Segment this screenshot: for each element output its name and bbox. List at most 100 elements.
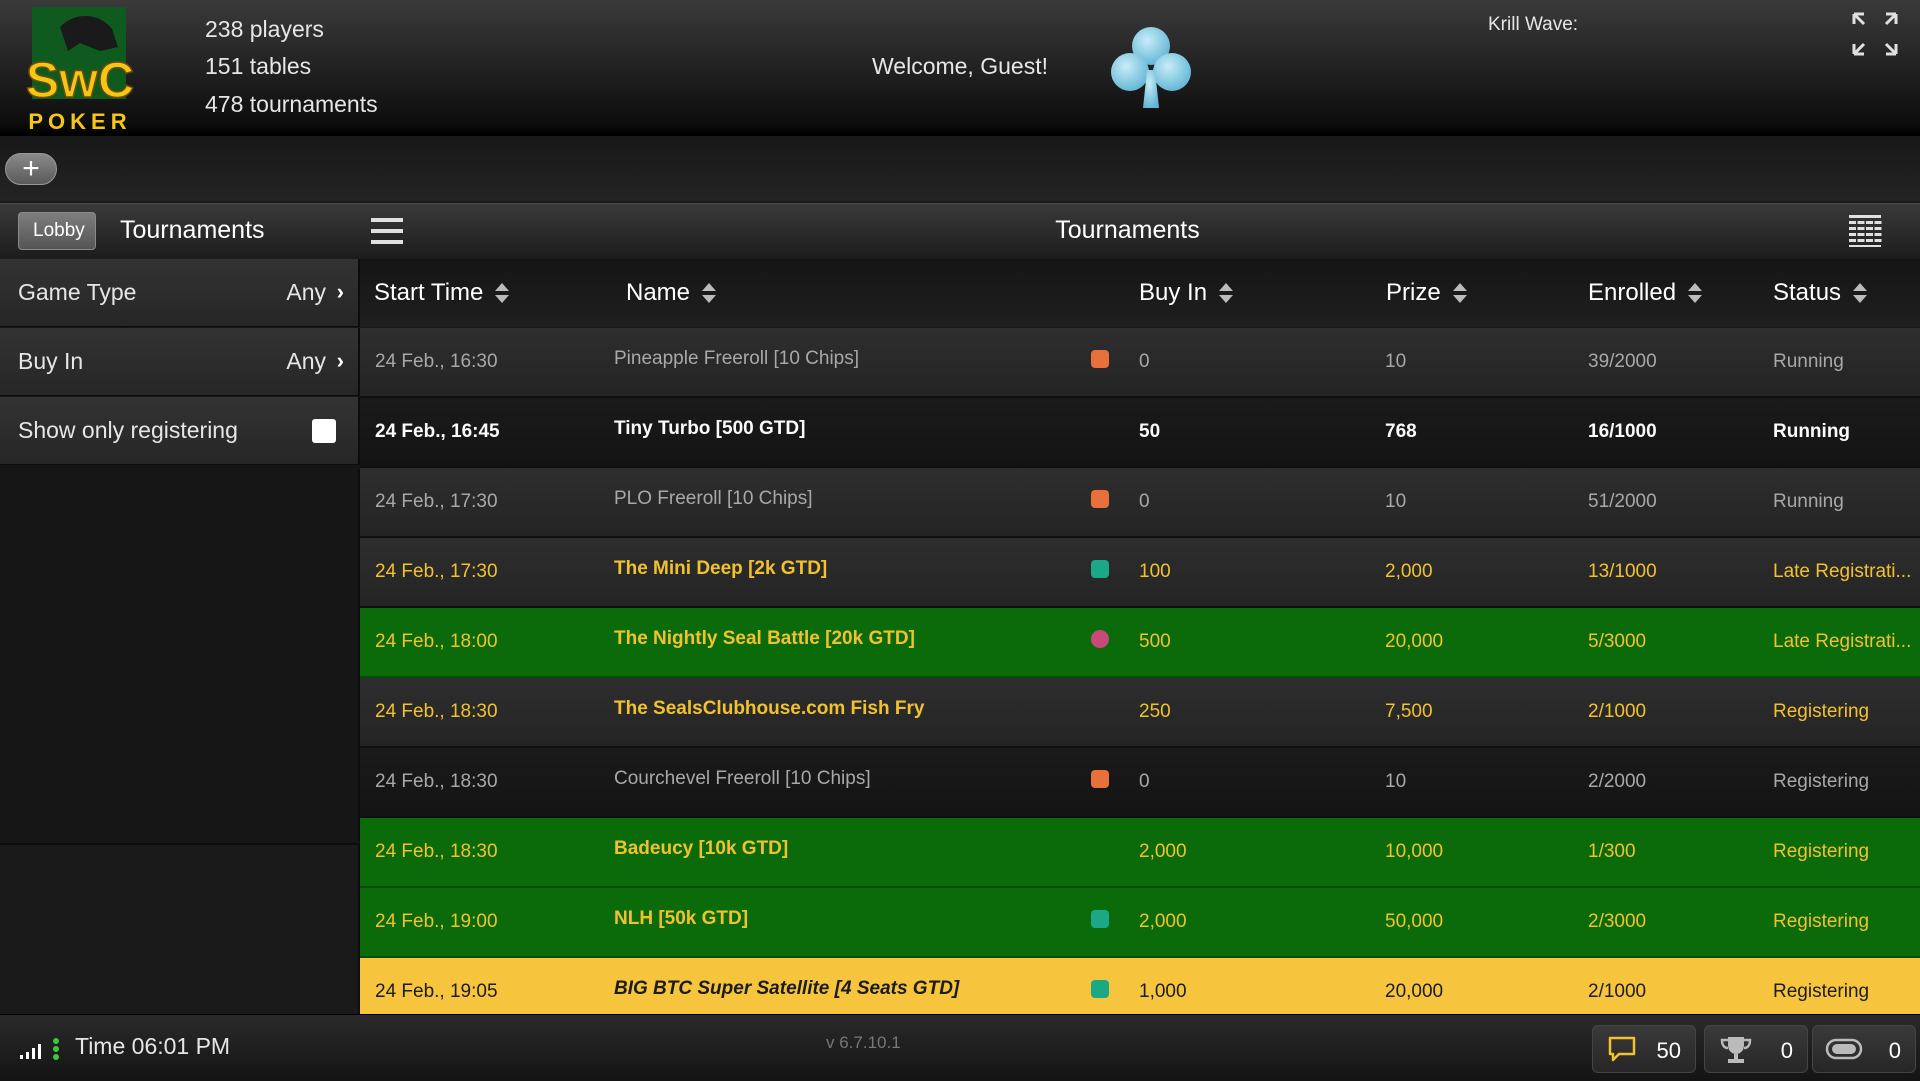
chat-button[interactable]: 50 [1592,1025,1696,1073]
page-title: Tournaments [1055,216,1200,244]
column-header-buy-in[interactable]: Buy In [1139,279,1234,307]
trophy-button[interactable]: 0 [1704,1025,1808,1073]
cell-start-time: 24 Feb., 18:30 [375,771,498,792]
sort-icon [1853,282,1868,304]
tab-toolbar: + [0,135,1920,201]
cell-start-time: 24 Feb., 18:00 [375,631,498,652]
filter-panel-empty-area [0,469,360,841]
poker-table-icon [1825,1038,1863,1060]
filter-show-only-registering[interactable]: Show only registering [0,397,360,465]
tables-button[interactable]: 0 [1812,1025,1916,1073]
cell-status: Registering [1773,981,1870,1002]
cell-start-time: 24 Feb., 19:00 [375,911,498,932]
rebuy-icon [1091,910,1109,928]
trophy-count: 0 [1780,1038,1793,1063]
cell-name: Courchevel Freeroll [10 Chips] [614,768,871,789]
cell-prize: 2,000 [1385,561,1433,582]
cell-start-time: 24 Feb., 16:45 [375,421,500,442]
cell-buy-in: 1,000 [1139,981,1187,1002]
cell-prize: 7,500 [1385,701,1433,722]
cell-buy-in: 0 [1139,351,1150,372]
cell-prize: 10 [1385,771,1407,792]
rebuy-icon [1091,980,1109,998]
table-row[interactable]: 24 Feb., 18:30 Badeucy [10k GTD] 2,000 1… [360,818,1920,888]
cell-status: Registering [1773,911,1870,932]
cell-buy-in: 2,000 [1139,841,1187,862]
cell-name: Tiny Turbo [500 GTD] [614,418,806,439]
table-row[interactable]: 24 Feb., 16:45 Tiny Turbo [500 GTD] 50 7… [360,398,1920,468]
tournament-table-header: Start Time Name Buy In Prize Enrolled St… [360,259,1920,327]
column-header-label: Start Time [374,279,484,306]
svg-text:POKER: POKER [28,109,131,132]
table-row[interactable]: 24 Feb., 18:30 Courchevel Freeroll [10 C… [360,748,1920,818]
cell-enrolled: 2/3000 [1588,911,1647,932]
table-row[interactable]: 24 Feb., 17:30 PLO Freeroll [10 Chips] 0… [360,468,1920,538]
krill-wave-label: Krill Wave: [1488,14,1579,35]
cell-name: PLO Freeroll [10 Chips] [614,488,813,509]
grid-view-icon[interactable] [1848,214,1882,248]
table-row[interactable]: 24 Feb., 19:00 NLH [50k GTD] 2,000 50,00… [360,888,1920,958]
sort-icon [1452,282,1467,304]
column-header-status[interactable]: Status [1773,279,1868,307]
table-row[interactable]: 24 Feb., 18:00 The Nightly Seal Battle [… [360,608,1920,678]
cell-enrolled: 16/1000 [1588,421,1657,442]
chat-icon [1608,1036,1636,1062]
cell-name: The Nightly Seal Battle [20k GTD] [614,628,915,649]
cell-buy-in: 0 [1139,771,1150,792]
cell-start-time: 24 Feb., 17:30 [375,491,498,512]
cell-buy-in: 250 [1139,701,1171,722]
signal-strength-icon [20,1038,59,1060]
cell-start-time: 24 Feb., 18:30 [375,701,498,722]
clock-time: Time 06:01 PM [75,1033,231,1059]
cell-status: Registering [1773,841,1870,862]
filter-game-type-value: Any [286,279,326,305]
table-row[interactable]: 24 Feb., 17:30 The Mini Deep [2k GTD] 10… [360,538,1920,608]
cell-enrolled: 39/2000 [1588,351,1657,372]
filter-panel: Game Type Any › Buy In Any › Show only r… [0,259,360,1016]
cell-enrolled: 2/1000 [1588,981,1647,1002]
column-header-prize[interactable]: Prize [1386,279,1467,307]
cell-enrolled: 2/1000 [1588,701,1647,722]
table-row[interactable]: 24 Feb., 18:30 The SealsClubhouse.com Fi… [360,678,1920,748]
column-header-start-time[interactable]: Start Time [374,279,510,307]
table-row[interactable]: 24 Feb., 16:30 Pineapple Freeroll [10 Ch… [360,328,1920,398]
cell-prize: 10 [1385,351,1407,372]
column-header-name[interactable]: Name [626,279,717,307]
turbo-icon [1091,770,1109,788]
trophy-icon [1720,1037,1752,1063]
cell-name: The SealsClubhouse.com Fish Fry [614,698,925,719]
cell-start-time: 24 Feb., 19:05 [375,981,498,1002]
cell-enrolled: 1/300 [1588,841,1636,862]
cell-name: BIG BTC Super Satellite [4 Seats GTD] [614,978,960,999]
cell-enrolled: 2/2000 [1588,771,1647,792]
hamburger-menu-icon[interactable] [371,216,403,246]
add-tab-button[interactable]: + [5,153,57,185]
column-header-enrolled[interactable]: Enrolled [1588,279,1703,307]
cell-name: NLH [50k GTD] [614,908,749,929]
cell-status: Running [1773,491,1844,512]
filter-panel-lower-area [0,843,360,1016]
show-only-registering-checkbox[interactable] [312,419,336,443]
cell-buy-in: 500 [1139,631,1171,652]
cell-enrolled: 51/2000 [1588,491,1657,512]
cell-prize: 20,000 [1385,631,1444,652]
tournaments-count: 478 tournaments [205,91,378,117]
cell-status: Running [1773,421,1851,442]
welcome-text: Welcome, Guest! [872,53,1048,79]
filter-buy-in[interactable]: Buy In Any › [0,328,360,396]
cell-status: Late Registrati... [1773,631,1912,652]
tables-count: 151 tables [205,53,312,79]
cell-start-time: 24 Feb., 17:30 [375,561,498,582]
club-icon[interactable] [1105,20,1197,112]
status-bar: Time 06:01 PM v 6.7.10.1 50 0 0 [0,1014,1920,1081]
column-header-label: Enrolled [1588,279,1677,306]
cell-name: The Mini Deep [2k GTD] [614,558,828,579]
cell-enrolled: 13/1000 [1588,561,1657,582]
filter-game-type[interactable]: Game Type Any › [0,259,360,327]
fullscreen-icon[interactable] [1850,12,1900,56]
top-header: SwC POKER 238 players 151 tables 478 tou… [0,0,1920,135]
lobby-back-button[interactable]: Lobby [18,212,96,250]
tournament-table-body: 24 Feb., 16:30 Pineapple Freeroll [10 Ch… [360,328,1920,1028]
filter-game-type-label: Game Type [18,279,137,305]
cell-prize: 10 [1385,491,1407,512]
